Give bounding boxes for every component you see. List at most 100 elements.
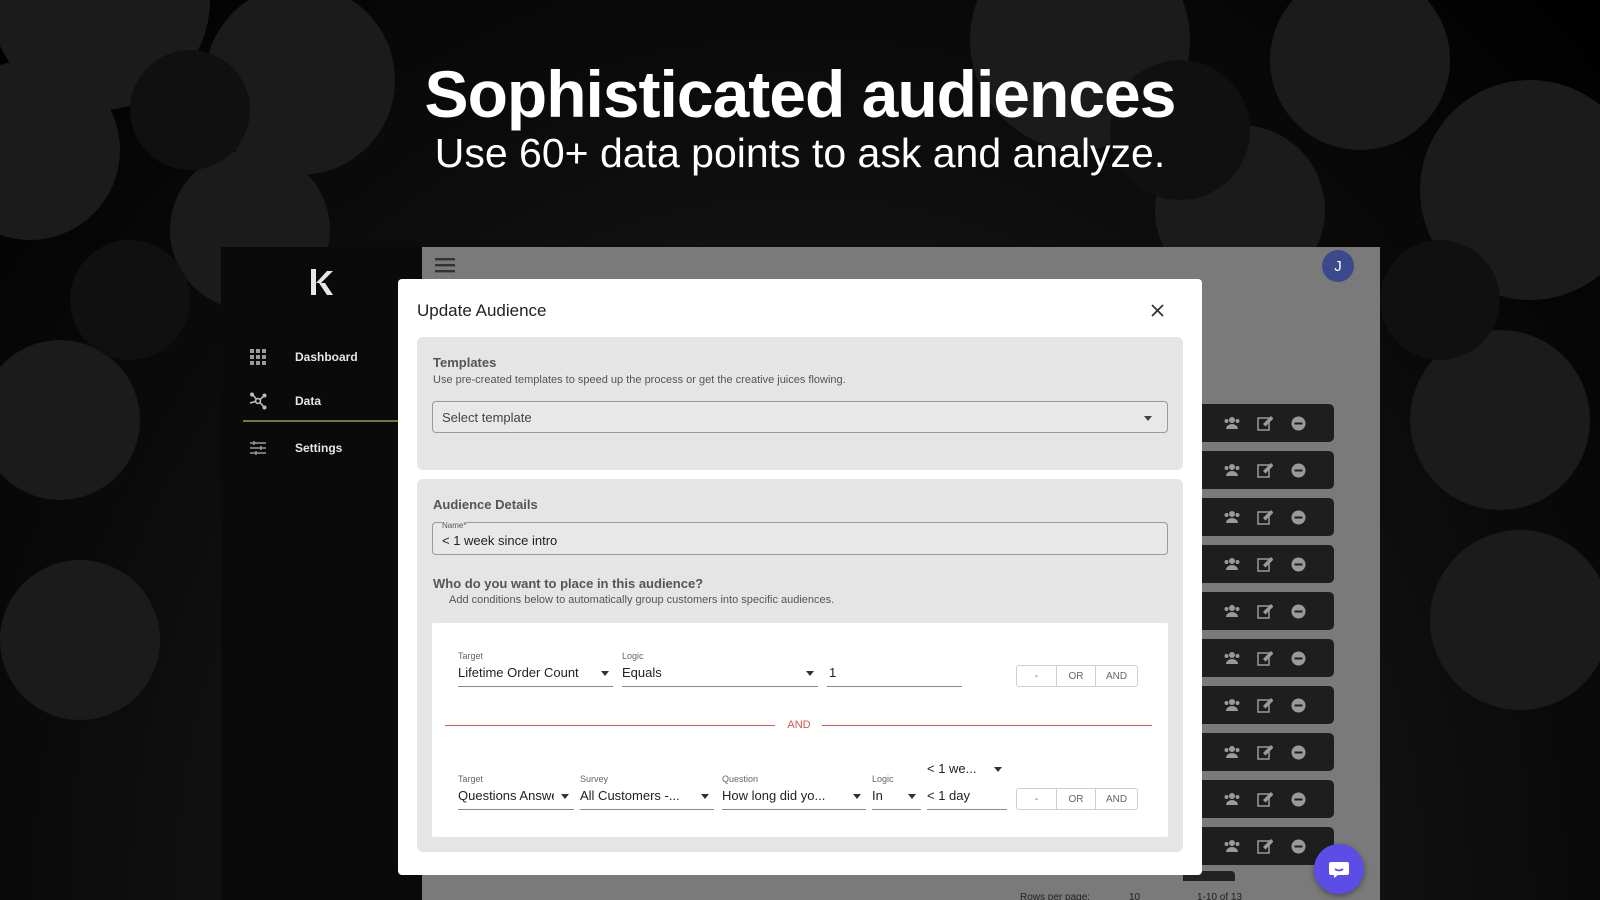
question-value: How long did yo... <box>722 788 826 803</box>
avatar[interactable]: J <box>1322 250 1354 282</box>
template-select-placeholder: Select template <box>442 410 532 425</box>
name-field-value: < 1 week since intro <box>442 533 558 548</box>
or-button[interactable]: OR <box>1056 666 1095 686</box>
pagination-range: 1-10 of 13 <box>1197 892 1243 900</box>
users-icon[interactable] <box>1222 554 1242 574</box>
remove-icon[interactable] <box>1288 789 1308 809</box>
edit-icon[interactable] <box>1255 460 1275 480</box>
target-label: Target <box>458 774 484 784</box>
table-row <box>1182 733 1334 771</box>
chevron-down-icon <box>908 794 916 799</box>
audience-details-title: Audience Details <box>433 497 538 512</box>
template-select[interactable]: Select template <box>432 401 1168 433</box>
remove-icon[interactable] <box>1288 695 1308 715</box>
table-row <box>1182 592 1334 630</box>
users-icon[interactable] <box>1222 507 1242 527</box>
table-row <box>1182 780 1334 818</box>
conditions-description: Add conditions below to automatically gr… <box>449 594 835 606</box>
condition2-button-group: - OR AND <box>1016 788 1138 810</box>
edit-icon[interactable] <box>1255 601 1275 621</box>
modal-title: Update Audience <box>417 301 547 320</box>
remove-condition-button[interactable]: - <box>1017 666 1056 686</box>
templates-description: Use pre-created templates to speed up th… <box>433 374 846 386</box>
condition1-value-input[interactable]: 1 <box>827 651 962 687</box>
table-row <box>1182 686 1334 724</box>
sidebar: Dashboard Data Settings <box>221 247 422 900</box>
rows-per-page-select[interactable]: 10 <box>1129 892 1140 900</box>
condition1-logic-select[interactable]: Logic Equals <box>622 651 818 687</box>
remove-icon[interactable] <box>1288 413 1308 433</box>
remove-icon[interactable] <box>1288 836 1308 856</box>
sidebar-item-settings[interactable]: Settings <box>243 428 399 468</box>
and-button[interactable]: AND <box>1095 666 1137 686</box>
condition1-value: 1 <box>829 665 837 680</box>
remove-icon[interactable] <box>1288 648 1308 668</box>
hero-title: Sophisticated audiences <box>424 57 1177 131</box>
menu-icon[interactable] <box>435 257 455 278</box>
users-icon[interactable] <box>1222 695 1242 715</box>
remove-icon[interactable] <box>1288 554 1308 574</box>
and-button[interactable]: AND <box>1095 789 1137 809</box>
edit-icon[interactable] <box>1255 789 1275 809</box>
condition1-target-select[interactable]: Target Lifetime Order Count <box>458 651 613 687</box>
chevron-down-icon <box>853 794 861 799</box>
edit-icon[interactable] <box>1255 695 1275 715</box>
logic-value: In <box>872 788 883 803</box>
conditions-question: Who do you want to place in this audienc… <box>433 576 704 591</box>
target-value: Lifetime Order Count <box>458 665 579 680</box>
edit-icon[interactable] <box>1255 507 1275 527</box>
chevron-down-icon <box>561 794 569 799</box>
condition2-question-select[interactable]: Question How long did yo... <box>722 774 866 810</box>
logic-value: Equals <box>622 665 662 680</box>
edit-icon[interactable] <box>1255 836 1275 856</box>
chevron-down-icon <box>701 794 709 799</box>
or-button[interactable]: OR <box>1056 789 1095 809</box>
dashboard-grid-icon <box>248 347 268 367</box>
and-connector-label: AND <box>787 719 811 731</box>
chevron-down-icon <box>806 671 814 676</box>
remove-condition-button[interactable]: - <box>1017 789 1056 809</box>
settings-sliders-icon <box>248 438 268 458</box>
condition2-survey-select[interactable]: Survey All Customers -... <box>580 774 714 810</box>
condition2-target-select[interactable]: Target Questions Answered <box>458 774 574 810</box>
target-label: Target <box>458 651 484 661</box>
edit-icon[interactable] <box>1255 648 1275 668</box>
condition1-button-group: - OR AND <box>1016 665 1138 687</box>
close-icon[interactable] <box>1147 300 1167 320</box>
edit-icon[interactable] <box>1255 554 1275 574</box>
logic-label: Logic <box>622 651 644 661</box>
table-row <box>1182 451 1334 489</box>
survey-value: All Customers -... <box>580 788 680 803</box>
templates-title: Templates <box>433 355 497 370</box>
condition2-answer-input[interactable]: < 1 day <box>927 774 1007 810</box>
users-icon[interactable] <box>1222 789 1242 809</box>
remove-icon[interactable] <box>1288 460 1308 480</box>
users-icon[interactable] <box>1222 648 1242 668</box>
survey-label: Survey <box>580 774 609 784</box>
data-nodes-icon <box>248 391 268 411</box>
users-icon[interactable] <box>1222 413 1242 433</box>
remove-icon[interactable] <box>1288 507 1308 527</box>
users-icon[interactable] <box>1222 460 1242 480</box>
users-icon[interactable] <box>1222 601 1242 621</box>
chat-button[interactable] <box>1314 844 1364 894</box>
logic-label: Logic <box>872 774 894 784</box>
update-audience-modal: Update Audience Templates Use pre-create… <box>398 279 1202 875</box>
condition2-logic-select[interactable]: Logic In <box>872 774 921 810</box>
users-icon[interactable] <box>1222 836 1242 856</box>
name-field[interactable]: Name* < 1 week since intro <box>432 521 1168 555</box>
chevron-down-icon <box>601 671 609 676</box>
users-icon[interactable] <box>1222 742 1242 762</box>
remove-icon[interactable] <box>1288 742 1308 762</box>
remove-icon[interactable] <box>1288 601 1308 621</box>
edit-icon[interactable] <box>1255 742 1275 762</box>
edit-icon[interactable] <box>1255 413 1275 433</box>
hero: Sophisticated audiences Use 60+ data poi… <box>0 56 1600 178</box>
sidebar-item-data[interactable]: Data <box>243 382 399 422</box>
question-label: Question <box>722 774 759 784</box>
sidebar-item-label: Data <box>295 394 322 408</box>
logo <box>309 267 335 302</box>
sidebar-item-label: Dashboard <box>295 350 358 364</box>
table-row <box>1182 639 1334 677</box>
sidebar-item-dashboard[interactable]: Dashboard <box>243 337 399 377</box>
